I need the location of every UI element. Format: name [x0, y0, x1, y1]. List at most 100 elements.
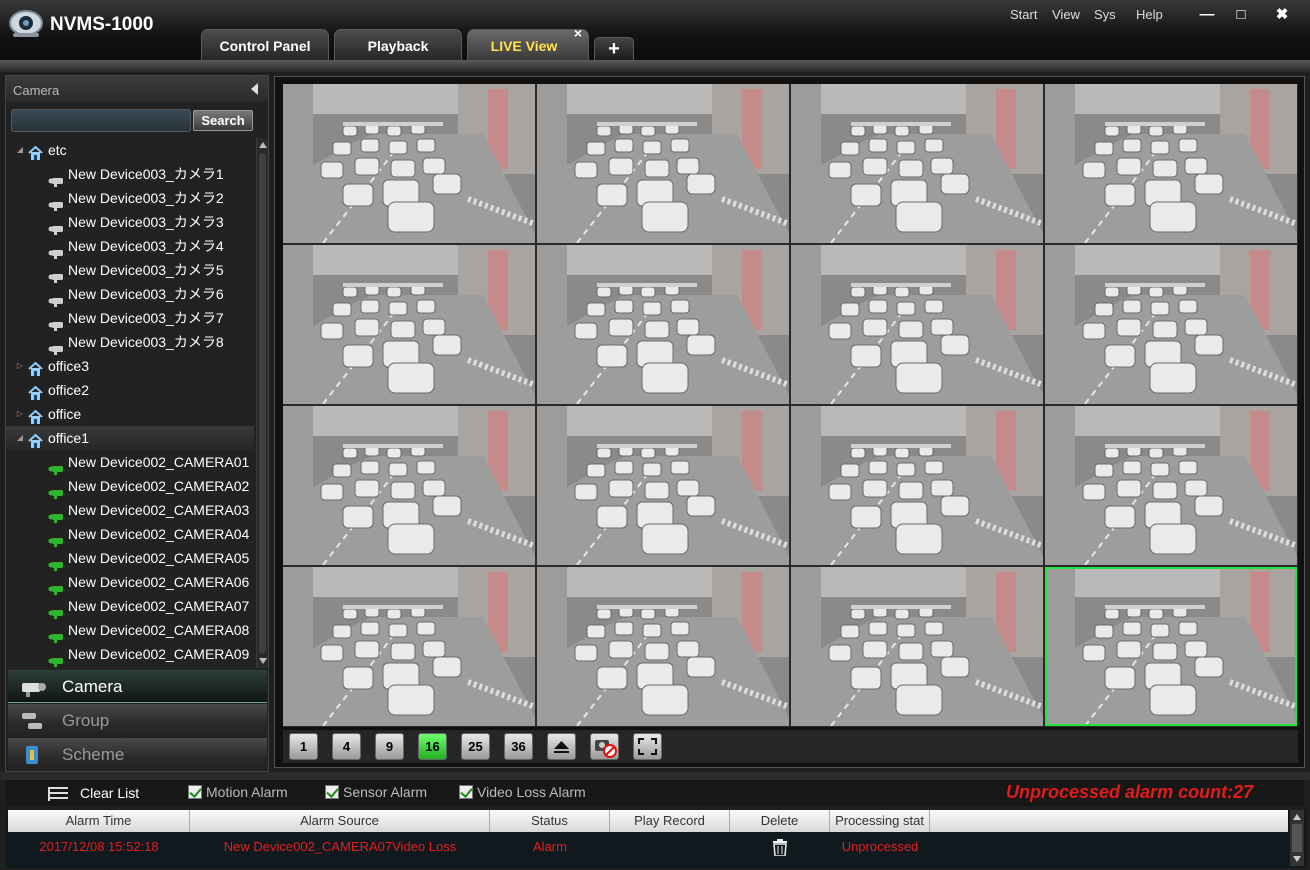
- scroll-thumb[interactable]: [259, 153, 266, 653]
- expanded-arrow-icon[interactable]: ◢: [15, 138, 25, 162]
- scroll-up-icon[interactable]: [1293, 814, 1301, 820]
- tree-camera-item[interactable]: New Device003_カメラ5: [6, 258, 254, 283]
- column-header[interactable]: Status: [490, 810, 610, 832]
- tree-camera-label: New Device002_CAMERA07: [68, 598, 250, 614]
- tree-camera-label: New Device003_カメラ1: [68, 166, 224, 182]
- collapse-panel-icon[interactable]: [251, 83, 258, 95]
- column-header[interactable]: Alarm Time: [8, 810, 190, 832]
- video-tile[interactable]: [537, 567, 789, 726]
- clear-list-button[interactable]: Clear List: [48, 784, 168, 804]
- alarm-table-scrollbar[interactable]: [1290, 810, 1304, 866]
- layout-25-icon[interactable]: 25: [461, 733, 490, 760]
- tree-camera-item[interactable]: New Device003_カメラ1: [6, 162, 254, 187]
- video-loss-alarm-checkbox[interactable]: Video Loss Alarm: [459, 784, 586, 800]
- camera-icon: [48, 530, 65, 547]
- minimize-button[interactable]: —: [1196, 5, 1218, 25]
- column-header[interactable]: Delete: [730, 810, 830, 832]
- scroll-down-icon[interactable]: [1293, 856, 1301, 862]
- scroll-thumb[interactable]: [1292, 824, 1302, 852]
- sensor-alarm-checkbox[interactable]: Sensor Alarm: [325, 784, 427, 800]
- tree-camera-item[interactable]: New Device003_カメラ4: [6, 234, 254, 259]
- video-tile[interactable]: [1045, 567, 1297, 726]
- play-record-cell[interactable]: [610, 834, 730, 860]
- column-header[interactable]: Alarm Source: [190, 810, 490, 832]
- tree-camera-item[interactable]: New Device002_CAMERA01: [6, 450, 254, 475]
- tree-group-office2[interactable]: office2: [6, 378, 254, 402]
- motion-alarm-checkbox[interactable]: Motion Alarm: [188, 784, 288, 800]
- video-tile[interactable]: [791, 406, 1043, 565]
- menu-sys[interactable]: Sys: [1094, 7, 1116, 22]
- video-tile[interactable]: [791, 84, 1043, 243]
- tree-camera-item[interactable]: New Device002_CAMERA08: [6, 618, 254, 643]
- eject-icon[interactable]: [547, 733, 576, 760]
- tree-camera-label: New Device003_カメラ6: [68, 286, 224, 302]
- tree-camera-item[interactable]: New Device003_カメラ6: [6, 282, 254, 307]
- menu-view[interactable]: View: [1052, 7, 1080, 22]
- tree-camera-item[interactable]: New Device003_カメラ3: [6, 210, 254, 235]
- tree-camera-item[interactable]: New Device003_カメラ7: [6, 306, 254, 331]
- close-tab-icon[interactable]: ×: [574, 26, 582, 40]
- video-tile[interactable]: [283, 406, 535, 565]
- video-tile[interactable]: [537, 84, 789, 243]
- video-tile[interactable]: [283, 245, 535, 404]
- tree-camera-item[interactable]: New Device002_CAMERA03: [6, 498, 254, 523]
- tree-camera-item[interactable]: New Device002_CAMERA07: [6, 594, 254, 619]
- tree-group-office1[interactable]: ◢ office1: [6, 426, 254, 450]
- tree-camera-item[interactable]: New Device002_CAMERA06: [6, 570, 254, 595]
- video-tile[interactable]: [791, 245, 1043, 404]
- close-button[interactable]: ✖: [1271, 5, 1293, 25]
- delete-icon[interactable]: [771, 839, 789, 856]
- tree-camera-item[interactable]: New Device002_CAMERA04: [6, 522, 254, 547]
- video-tile[interactable]: [1045, 84, 1297, 243]
- search-button[interactable]: Search: [193, 110, 253, 131]
- tree-camera-item[interactable]: New Device003_カメラ2: [6, 186, 254, 211]
- tree-camera-item[interactable]: New Device002_CAMERA02: [6, 474, 254, 499]
- video-tile[interactable]: [1045, 406, 1297, 565]
- menu-help[interactable]: Help: [1136, 7, 1163, 22]
- tab-playback[interactable]: Playback: [334, 29, 462, 60]
- tree-camera-item[interactable]: New Device003_カメラ8: [6, 330, 254, 355]
- video-tile[interactable]: [537, 245, 789, 404]
- tree-camera-item[interactable]: New Device002_CAMERA09: [6, 642, 254, 667]
- tab-live-view[interactable]: LIVE View ×: [467, 26, 589, 60]
- tree-group-office[interactable]: ▷ office: [6, 402, 254, 426]
- nav-scheme[interactable]: Scheme: [8, 738, 267, 771]
- stop-all-icon[interactable]: [590, 733, 619, 760]
- collapsed-arrow-icon[interactable]: ▷: [15, 354, 25, 378]
- scroll-down-icon[interactable]: [259, 658, 267, 664]
- search-input[interactable]: [11, 109, 191, 132]
- video-tile[interactable]: [283, 567, 535, 726]
- tree-camera-label: New Device002_CAMERA02: [68, 478, 250, 494]
- video-tile[interactable]: [1045, 245, 1297, 404]
- layout-1-icon[interactable]: 1: [289, 733, 318, 760]
- checkbox-label: Sensor Alarm: [343, 784, 428, 800]
- layout-9-icon[interactable]: 9: [375, 733, 404, 760]
- tree-group-office3[interactable]: ▷ office3: [6, 354, 254, 378]
- layout-36-icon[interactable]: 36: [504, 733, 533, 760]
- layout-16-icon[interactable]: 16: [418, 733, 447, 760]
- splitter[interactable]: [0, 772, 1310, 780]
- add-tab-button[interactable]: +: [594, 37, 634, 61]
- layout-4-icon[interactable]: 4: [332, 733, 361, 760]
- tree-scrollbar[interactable]: [256, 138, 268, 668]
- maximize-button[interactable]: □: [1230, 5, 1252, 25]
- scroll-up-icon[interactable]: [259, 142, 267, 148]
- menu-start[interactable]: Start: [1010, 7, 1037, 22]
- tree-camera-label: New Device003_カメラ2: [68, 190, 224, 206]
- tree-camera-label: New Device003_カメラ8: [68, 334, 224, 350]
- video-tile[interactable]: [537, 406, 789, 565]
- video-tile[interactable]: [283, 84, 535, 243]
- table-row[interactable]: 2017/12/08 15:52:18 New Device002_CAMERA…: [8, 834, 1288, 860]
- fullscreen-icon[interactable]: [633, 733, 662, 760]
- nav-group[interactable]: Group: [8, 704, 267, 737]
- tree-camera-item[interactable]: New Device002_CAMERA05: [6, 546, 254, 571]
- tree-group-etc[interactable]: ◢ etc: [6, 138, 254, 162]
- nav-camera[interactable]: Camera: [8, 670, 267, 703]
- layout-toolbar: 1 4 9 16 25 36: [283, 730, 1298, 763]
- column-header[interactable]: Processing stat: [830, 810, 930, 832]
- tab-control-panel[interactable]: Control Panel: [201, 29, 329, 60]
- column-header[interactable]: Play Record: [610, 810, 730, 832]
- collapsed-arrow-icon[interactable]: ▷: [15, 402, 25, 426]
- video-tile[interactable]: [791, 567, 1043, 726]
- expanded-arrow-icon[interactable]: ◢: [15, 426, 25, 450]
